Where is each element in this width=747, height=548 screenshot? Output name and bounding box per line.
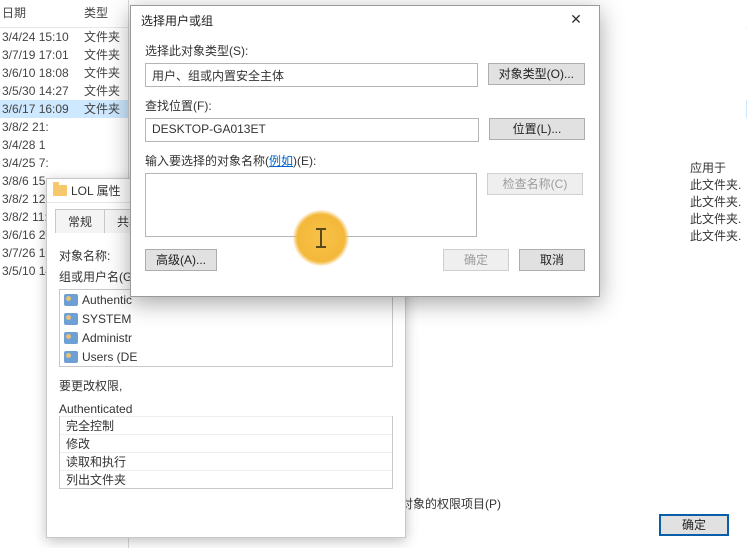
perm-for-header: Authenticated (59, 402, 393, 416)
select-user-dialog: 选择用户或组 ✕ 选择此对象类型(S): 用户、组或内置安全主体 对象类型(O)… (130, 5, 600, 297)
outer-ok-button[interactable]: 确定 (659, 514, 729, 536)
col-date-header[interactable]: 日期 (0, 4, 78, 21)
applies-to-row: 此文件夹. (690, 177, 745, 194)
select-user-titlebar: 选择用户或组 ✕ (131, 6, 599, 34)
applies-to-column: 应用于 此文件夹. 此文件夹. 此文件夹. 此文件夹. (690, 160, 745, 245)
tab-general[interactable]: 常规 (55, 209, 105, 233)
users-icon (64, 313, 78, 325)
object-names-label: 输入要选择的对象名称(例如)(E): (145, 152, 585, 169)
object-type-label: 选择此对象类型(S): (145, 42, 585, 59)
properties-title-text: LOL 属性 (71, 179, 121, 203)
applies-to-row: 此文件夹. (690, 211, 745, 228)
col-type-header[interactable]: 类型 (78, 4, 108, 21)
list-item[interactable]: Users (DE (60, 347, 392, 366)
users-icon (64, 351, 78, 363)
applies-to-row: 此文件夹. (690, 194, 745, 211)
close-icon[interactable]: ✕ (561, 10, 591, 30)
users-icon (64, 294, 78, 306)
applies-to-row: 此文件夹. (690, 228, 745, 245)
example-link[interactable]: 例如 (269, 154, 293, 168)
location-label: 查找位置(F): (145, 97, 585, 114)
users-icon (64, 332, 78, 344)
perm-item: 列出文件夹 (60, 470, 392, 488)
advanced-button[interactable]: 高级(A)... (145, 249, 217, 271)
user-list[interactable]: Authentic SYSTEM Administr Users (DE (59, 289, 393, 367)
locations-button[interactable]: 位置(L)... (489, 118, 585, 140)
object-types-button[interactable]: 对象类型(O)... (488, 63, 585, 85)
select-user-title: 选择用户或组 (141, 12, 213, 29)
perm-item: 修改 (60, 434, 392, 452)
object-names-input[interactable] (145, 173, 477, 237)
cancel-button[interactable]: 取消 (519, 249, 585, 271)
list-item[interactable]: Administr (60, 328, 392, 347)
perm-item: 完全控制 (60, 416, 392, 434)
folder-icon (53, 185, 67, 196)
list-item[interactable]: SYSTEM (60, 309, 392, 328)
applies-to-header: 应用于 (690, 160, 745, 177)
check-names-button: 检查名称(C) (487, 173, 583, 195)
perm-list: 完全控制 修改 读取和执行 列出文件夹 (59, 416, 393, 489)
location-field: DESKTOP-GA013ET (145, 118, 479, 142)
object-type-field: 用户、组或内置安全主体 (145, 63, 478, 87)
ok-button: 确定 (443, 249, 509, 271)
perm-item: 读取和执行 (60, 452, 392, 470)
change-perm-note: 要更改权限, (59, 377, 393, 394)
